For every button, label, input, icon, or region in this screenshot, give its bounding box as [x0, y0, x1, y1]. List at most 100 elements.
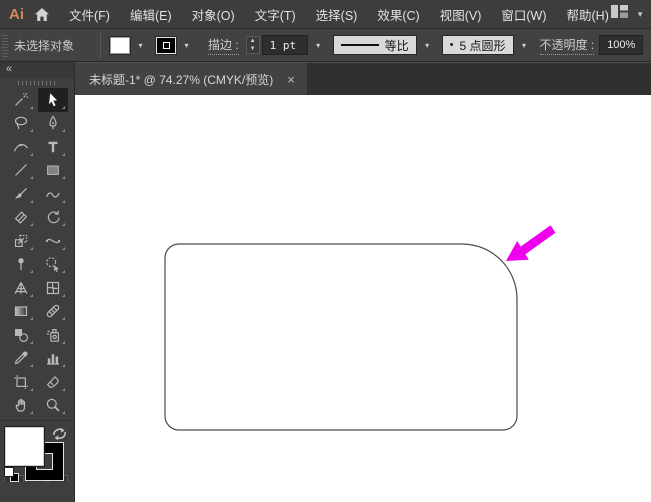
- paintbrush-tool[interactable]: [6, 182, 36, 206]
- menu-item-1[interactable]: 编辑(E): [128, 2, 174, 27]
- swap-fill-stroke-icon[interactable]: [52, 427, 67, 446]
- artboard-canvas[interactable]: [75, 95, 651, 502]
- menu-item-3[interactable]: 文字(T): [253, 2, 298, 27]
- scale-tool[interactable]: [6, 229, 36, 253]
- symbol-sprayer-tool[interactable]: [38, 323, 68, 347]
- menu-item-5[interactable]: 效果(C): [375, 2, 421, 27]
- document-tab[interactable]: 未标题-1* @ 74.27% (CMYK/预览) ×: [75, 63, 307, 95]
- gradient-tool[interactable]: [6, 300, 36, 324]
- workspace-chevron-icon[interactable]: ▾: [638, 9, 643, 19]
- stroke-weight-stepper[interactable]: ▲ ▼: [245, 36, 260, 54]
- puppet-warp-tool[interactable]: [6, 253, 36, 277]
- menu-item-7[interactable]: 窗口(W): [499, 2, 548, 27]
- mesh-tool[interactable]: [38, 276, 68, 300]
- stroke-weight-field[interactable]: 1 pt: [261, 35, 308, 55]
- hand-tool[interactable]: [6, 394, 36, 418]
- width-tool[interactable]: [38, 229, 68, 253]
- column-graph-tool[interactable]: [38, 347, 68, 371]
- collapse-panel-icon[interactable]: «: [0, 62, 74, 78]
- fill-dropdown-chevron-icon[interactable]: ▾: [132, 36, 149, 55]
- width-icon: [45, 238, 61, 243]
- tab-close-icon[interactable]: ×: [287, 73, 295, 86]
- tools-panel-grip[interactable]: [0, 78, 74, 88]
- stroke-profile-preview: [340, 44, 379, 46]
- shaper-icon: [46, 192, 60, 198]
- menu-item-0[interactable]: 文件(F): [67, 2, 112, 27]
- rectangle-tool[interactable]: [38, 159, 68, 183]
- brush-preview-dot: •: [449, 39, 454, 51]
- workspace-switcher-icon[interactable]: [610, 4, 628, 24]
- type-icon: [48, 141, 58, 152]
- blend-icon: [15, 328, 29, 342]
- annotation-arrow[interactable]: [506, 225, 556, 261]
- selection-icon: [49, 92, 57, 107]
- default-fill-stroke-icon[interactable]: [4, 467, 19, 482]
- perspective-grid-tool[interactable]: [6, 276, 36, 300]
- hand-icon: [15, 399, 26, 412]
- fill-color-swatch[interactable]: [110, 36, 130, 54]
- scale-icon: [14, 234, 28, 247]
- column-graph-icon: [47, 354, 59, 365]
- brush-dropdown[interactable]: • 5 点圆形: [441, 35, 514, 55]
- magic-wand-tool[interactable]: [6, 88, 36, 112]
- divider: [100, 32, 101, 58]
- lasso-tool[interactable]: [6, 112, 36, 136]
- width-profile-chevron-icon[interactable]: ▾: [419, 36, 436, 55]
- lasso-icon: [14, 116, 28, 130]
- line-segment-tool[interactable]: [6, 159, 36, 183]
- stroke-panel-link[interactable]: 描边 :: [208, 36, 239, 55]
- artboard-tool[interactable]: [6, 370, 36, 394]
- stroke-dropdown-chevron-icon[interactable]: ▾: [178, 36, 195, 55]
- tools-panel: «: [0, 62, 75, 502]
- selection-tool[interactable]: [38, 88, 68, 112]
- illustrator-window: Ai 文件(F) 编辑(E) 对象(O) 文字(T) 选择(S) 效果(C) 视图(V) 窗口…: [0, 0, 651, 502]
- mesh-icon: [46, 281, 60, 294]
- measure-icon: [46, 304, 60, 318]
- opacity-panel-link[interactable]: 不透明度 :: [539, 36, 595, 55]
- curvature-icon: [13, 143, 29, 152]
- rotate-tool[interactable]: [38, 206, 68, 230]
- zoom-icon: [46, 399, 60, 412]
- menu-item-2[interactable]: 对象(O): [190, 2, 237, 27]
- menu-item-4[interactable]: 选择(S): [314, 2, 360, 27]
- eraser-tool[interactable]: [6, 206, 36, 230]
- fill-stroke-widget: [0, 420, 74, 482]
- fill-color-indicator[interactable]: [5, 427, 44, 466]
- curvature-tool[interactable]: [6, 135, 36, 159]
- shape-builder-tool[interactable]: [38, 253, 68, 277]
- document-tab-title: 未标题-1* @ 74.27% (CMYK/预览): [89, 72, 274, 87]
- brush-value: 5 点圆形: [459, 38, 506, 53]
- menu-items: 文件(F) 编辑(E) 对象(O) 文字(T) 选择(S) 效果(C) 视图(V) 窗口(W)…: [67, 2, 611, 27]
- document-tab-bar: 未标题-1* @ 74.27% (CMYK/预览) ×: [75, 62, 651, 95]
- stroke-color-swatch[interactable]: [156, 36, 176, 54]
- type-tool[interactable]: [38, 135, 68, 159]
- pen-tool[interactable]: [38, 112, 68, 136]
- menu-item-8[interactable]: 帮助(H): [565, 2, 611, 27]
- slice-tool[interactable]: [38, 370, 68, 394]
- symbol-sprayer-icon: [46, 328, 60, 342]
- rounded-rectangle-shape[interactable]: [164, 243, 518, 431]
- stroke-weight-chevron-icon[interactable]: ▾: [310, 36, 327, 55]
- eyedropper-tool[interactable]: [6, 347, 36, 371]
- blend-tool[interactable]: [6, 323, 36, 347]
- artboard-icon: [14, 374, 28, 389]
- home-icon[interactable]: [34, 3, 50, 25]
- zoom-tool[interactable]: [38, 394, 68, 418]
- selection-status: 未选择对象: [14, 38, 75, 53]
- shaper-tool[interactable]: [38, 182, 68, 206]
- illustrator-logo-icon: Ai: [9, 5, 24, 23]
- pen-icon: [49, 115, 57, 130]
- opacity-field[interactable]: 100%: [599, 35, 644, 55]
- perspective-grid-icon: [14, 281, 28, 294]
- paintbrush-icon: [15, 187, 28, 200]
- magic-wand-icon: [15, 92, 29, 106]
- control-bar: 未选择对象 ▾ ▾ 描边 : ▲ ▼ 1 pt ▾ 等比 ▾ • 5 点圆形 ▾ …: [0, 29, 651, 62]
- menu-item-6[interactable]: 视图(V): [438, 2, 484, 27]
- controlbar-grip[interactable]: [2, 33, 8, 57]
- measure-tool[interactable]: [38, 300, 68, 324]
- rotate-icon: [47, 210, 60, 224]
- puppet-warp-icon: [18, 258, 24, 271]
- width-profile-dropdown[interactable]: 等比: [332, 35, 417, 55]
- eraser-icon: [14, 211, 28, 225]
- brush-chevron-icon[interactable]: ▾: [516, 36, 533, 55]
